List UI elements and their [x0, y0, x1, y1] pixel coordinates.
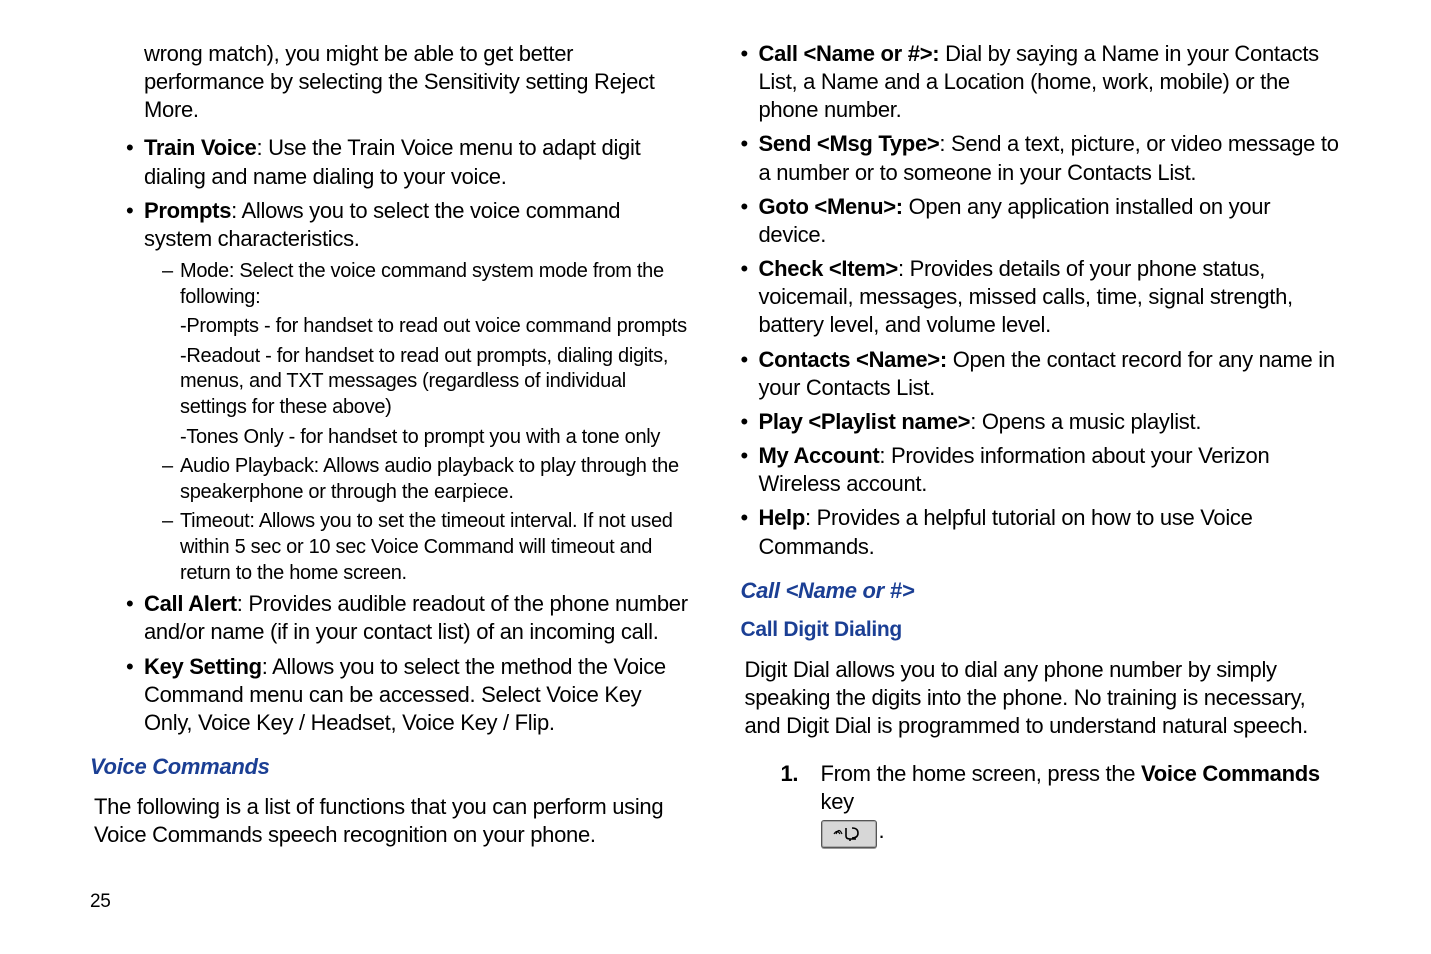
bullet-icon [126, 134, 144, 190]
step-text-c: key [821, 789, 854, 814]
mode-option-tones: -Tones Only - for handset to prompt you … [180, 425, 691, 451]
sub-mode: Mode: Select the voice command system mo… [162, 259, 691, 310]
page-number: 25 [90, 890, 691, 954]
label-bold: Prompts [144, 198, 231, 223]
dash-icon [162, 509, 180, 586]
sub-text: Audio Playback: Allows audio playback to… [180, 454, 691, 505]
text: Help: Provides a helpful tutorial on how… [759, 504, 1342, 560]
bullet-icon [126, 653, 144, 737]
sub-timeout: Timeout: Allows you to set the timeout i… [162, 509, 691, 586]
sub-text: Timeout: Allows you to set the timeout i… [180, 509, 691, 586]
bullet-goto: Goto <Menu>: Open any application instal… [741, 193, 1342, 249]
continued-text: wrong match), you might be able to get b… [144, 40, 691, 124]
bullet-icon [741, 255, 759, 339]
bullet-play: Play <Playlist name>: Opens a music play… [741, 408, 1342, 436]
text: Call <Name or #>: Dial by saying a Name … [759, 40, 1342, 124]
bullet-call: Call <Name or #>: Dial by saying a Name … [741, 40, 1342, 124]
bullet-icon [741, 504, 759, 560]
text: Send <Msg Type>: Send a text, picture, o… [759, 130, 1342, 186]
bullet-send: Send <Msg Type>: Send a text, picture, o… [741, 130, 1342, 186]
digit-dial-body: Digit Dial allows you to dial any phone … [745, 656, 1342, 740]
bullet-icon [741, 442, 759, 498]
bullet-icon [126, 590, 144, 646]
label-bold: Play <Playlist name> [759, 409, 971, 434]
bullet-train-voice: Train Voice: Use the Train Voice menu to… [126, 134, 691, 190]
bullet-icon [741, 40, 759, 124]
step-number: 1. [781, 760, 821, 848]
mode-option-readout: -Readout - for handset to read out promp… [180, 344, 691, 421]
sub-audio-playback: Audio Playback: Allows audio playback to… [162, 454, 691, 505]
text: Check <Item>: Provides details of your p… [759, 255, 1342, 339]
heading-call-name-or-num: Call <Name or #> [741, 577, 1342, 605]
text: Key Setting: Allows you to select the me… [144, 653, 691, 737]
label-bold: My Account [759, 443, 880, 468]
text: My Account: Provides information about y… [759, 442, 1342, 498]
bullet-icon [741, 408, 759, 436]
label-bold: Send <Msg Type> [759, 131, 940, 156]
bullet-my-account: My Account: Provides information about y… [741, 442, 1342, 498]
heading-voice-commands: Voice Commands [90, 753, 691, 781]
label-bold: Contacts <Name>: [759, 347, 947, 372]
label-text: : Provides a helpful tutorial on how to … [759, 505, 1253, 558]
dash-icon [162, 454, 180, 505]
text: Contacts <Name>: Open the contact record… [759, 346, 1342, 402]
voice-commands-body: The following is a list of functions tha… [94, 793, 691, 849]
text: Play <Playlist name>: Opens a music play… [759, 408, 1202, 436]
step-text-bold: Voice Commands [1141, 761, 1320, 786]
bullet-contacts: Contacts <Name>: Open the contact record… [741, 346, 1342, 402]
text: Train Voice: Use the Train Voice menu to… [144, 134, 691, 190]
label-bold: Train Voice [144, 135, 256, 160]
label-bold: Key Setting [144, 654, 262, 679]
bullet-help: Help: Provides a helpful tutorial on how… [741, 504, 1342, 560]
bullet-icon [741, 193, 759, 249]
text: Prompts: Allows you to select the voice … [144, 197, 691, 253]
page: wrong match), you might be able to get b… [0, 0, 1431, 954]
bullet-call-alert: Call Alert: Provides audible readout of … [126, 590, 691, 646]
label-bold: Help [759, 505, 805, 530]
label-text: : Opens a music playlist. [970, 409, 1201, 434]
bullet-icon [126, 197, 144, 253]
right-column: Call <Name or #>: Dial by saying a Name … [741, 40, 1342, 954]
bullet-icon [741, 346, 759, 402]
heading-call-digit-dialing: Call Digit Dialing [741, 617, 1342, 644]
left-column: wrong match), you might be able to get b… [90, 40, 691, 954]
step-text-d: . [879, 818, 885, 843]
step-text: From the home screen, press the Voice Co… [821, 760, 1342, 848]
bullet-check: Check <Item>: Provides details of your p… [741, 255, 1342, 339]
mode-option-prompts: -Prompts - for handset to read out voice… [180, 314, 691, 340]
bullet-icon [741, 130, 759, 186]
label-bold: Goto <Menu>: [759, 194, 903, 219]
dash-icon [162, 259, 180, 310]
bullet-prompts: Prompts: Allows you to select the voice … [126, 197, 691, 253]
label-bold: Check <Item> [759, 256, 898, 281]
label-bold: Call Alert [144, 591, 237, 616]
text: Call Alert: Provides audible readout of … [144, 590, 691, 646]
step-text-a: From the home screen, press the [821, 761, 1142, 786]
label-bold: Call <Name or #>: [759, 41, 940, 66]
sub-text: Mode: Select the voice command system mo… [180, 259, 691, 310]
text: Goto <Menu>: Open any application instal… [759, 193, 1342, 249]
voice-commands-key-icon [821, 820, 877, 848]
bullet-key-setting: Key Setting: Allows you to select the me… [126, 653, 691, 737]
step-1: 1. From the home screen, press the Voice… [781, 760, 1342, 848]
